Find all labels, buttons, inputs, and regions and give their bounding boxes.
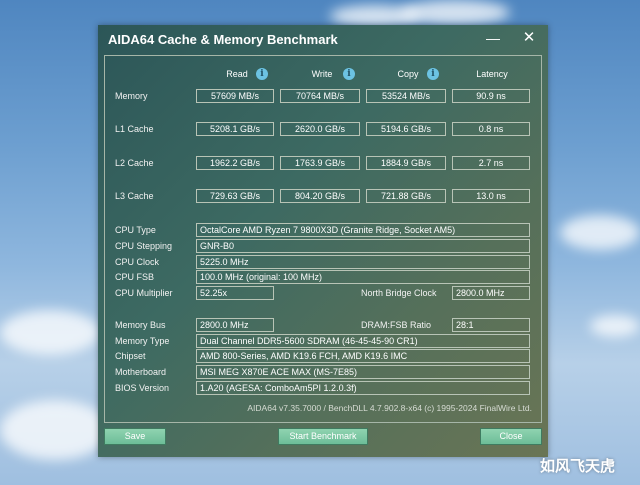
motherboard-label: Motherboard bbox=[115, 367, 167, 377]
read-info-icon[interactable]: i bbox=[256, 68, 268, 80]
motherboard-value: MSI MEG X870E ACE MAX (MS-7E85) bbox=[196, 365, 530, 379]
l2-copy-value: 1884.9 GB/s bbox=[366, 156, 446, 170]
cpu-stepping-value: GNR-B0 bbox=[196, 239, 530, 253]
chipset-value: AMD 800-Series, AMD K19.6 FCH, AMD K19.6… bbox=[196, 349, 530, 363]
copy-info-icon[interactable]: i bbox=[427, 68, 439, 80]
cloud bbox=[0, 400, 110, 460]
memory-bus-label: Memory Bus bbox=[115, 320, 166, 330]
l3-latency-value: 13.0 ns bbox=[452, 189, 530, 203]
dram-fsb-ratio-label: DRAM:FSB Ratio bbox=[361, 320, 432, 330]
start-benchmark-button[interactable]: Start Benchmark bbox=[278, 428, 368, 445]
cpu-type-label: CPU Type bbox=[115, 225, 156, 235]
title-bar[interactable]: AIDA64 Cache & Memory Benchmark — ✕ bbox=[98, 25, 548, 53]
cpu-multiplier-label: CPU Multiplier bbox=[115, 288, 173, 298]
north-bridge-clock-value: 2800.0 MHz bbox=[452, 286, 530, 300]
l2-read-value: 1962.2 GB/s bbox=[196, 156, 274, 170]
cpu-fsb-value: 100.0 MHz (original: 100 MHz) bbox=[196, 270, 530, 284]
l1-latency-value: 0.8 ns bbox=[452, 122, 530, 136]
cpu-stepping-label: CPU Stepping bbox=[115, 241, 173, 251]
results-panel: Read i Write i Copy i Latency Memory 576… bbox=[104, 55, 542, 423]
copyright-footer: AIDA64 v7.35.7000 / BenchDLL 4.7.902.8-x… bbox=[247, 403, 532, 413]
cpu-type-value: OctalCore AMD Ryzen 7 9800X3D (Granite R… bbox=[196, 223, 530, 237]
header-latency: Latency bbox=[476, 69, 508, 79]
close-button[interactable]: Close bbox=[480, 428, 542, 445]
l3-read-value: 729.63 GB/s bbox=[196, 189, 274, 203]
memory-type-value: Dual Channel DDR5-5600 SDRAM (46-45-45-9… bbox=[196, 334, 530, 348]
l2-write-value: 1763.9 GB/s bbox=[280, 156, 360, 170]
l1-read-value: 5208.1 GB/s bbox=[196, 122, 274, 136]
memory-write-value: 70764 MB/s bbox=[280, 89, 360, 103]
memory-type-label: Memory Type bbox=[115, 336, 170, 346]
cloud bbox=[0, 310, 100, 355]
row-label-memory: Memory bbox=[115, 91, 148, 101]
row-label-l2: L2 Cache bbox=[115, 158, 154, 168]
memory-read-value: 57609 MB/s bbox=[196, 89, 274, 103]
memory-copy-value: 53524 MB/s bbox=[366, 89, 446, 103]
cpu-fsb-label: CPU FSB bbox=[115, 272, 155, 282]
cpu-clock-value: 5225.0 MHz bbox=[196, 255, 530, 269]
memory-bus-value: 2800.0 MHz bbox=[196, 318, 274, 332]
write-info-icon[interactable]: i bbox=[343, 68, 355, 80]
row-label-l1: L1 Cache bbox=[115, 124, 154, 134]
cpu-multiplier-value: 52.25x bbox=[196, 286, 274, 300]
l1-write-value: 2620.0 GB/s bbox=[280, 122, 360, 136]
minimize-icon[interactable]: — bbox=[482, 28, 504, 48]
l2-latency-value: 2.7 ns bbox=[452, 156, 530, 170]
dram-fsb-ratio-value: 28:1 bbox=[452, 318, 530, 332]
bios-version-value: 1.A20 (AGESA: ComboAm5PI 1.2.0.3f) bbox=[196, 381, 530, 395]
window-title: AIDA64 Cache & Memory Benchmark bbox=[108, 32, 338, 47]
chipset-label: Chipset bbox=[115, 351, 146, 361]
cloud bbox=[590, 315, 640, 337]
close-icon[interactable]: ✕ bbox=[518, 28, 540, 48]
cloud bbox=[560, 215, 640, 250]
save-button[interactable]: Save bbox=[104, 428, 166, 445]
row-label-l3: L3 Cache bbox=[115, 191, 154, 201]
l3-copy-value: 721.88 GB/s bbox=[366, 189, 446, 203]
l1-copy-value: 5194.6 GB/s bbox=[366, 122, 446, 136]
l3-write-value: 804.20 GB/s bbox=[280, 189, 360, 203]
cloud bbox=[400, 0, 510, 25]
memory-latency-value: 90.9 ns bbox=[452, 89, 530, 103]
north-bridge-clock-label: North Bridge Clock bbox=[361, 288, 437, 298]
bios-version-label: BIOS Version bbox=[115, 383, 170, 393]
benchmark-window: AIDA64 Cache & Memory Benchmark — ✕ Read… bbox=[98, 25, 548, 457]
cpu-clock-label: CPU Clock bbox=[115, 257, 160, 267]
watermark-text: 如风飞天虎 bbox=[540, 458, 616, 475]
